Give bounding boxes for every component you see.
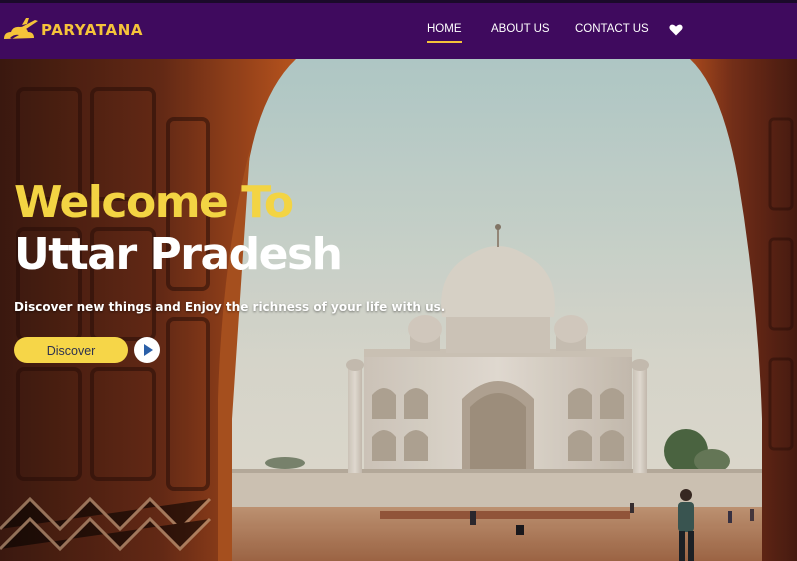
nav-about-us[interactable]: ABOUT US	[491, 23, 550, 35]
nav-contact-us[interactable]: CONTACT US	[575, 23, 649, 35]
hero-title-line2: Uttar Pradesh	[14, 229, 343, 280]
hero-section: Welcome To Uttar Pradesh Discover new th…	[0, 59, 797, 561]
play-button[interactable]	[134, 337, 160, 363]
main-menu: HOME ABOUT US CONTACT US	[0, 23, 797, 43]
hero-subtitle: Discover new things and Enjoy the richne…	[14, 300, 446, 314]
nav-home[interactable]: HOME	[427, 23, 462, 43]
heart-icon[interactable]	[669, 24, 683, 36]
play-icon	[144, 344, 153, 356]
discover-button[interactable]: Discover	[14, 337, 128, 363]
hero-title-line1: Welcome To	[14, 177, 294, 228]
navbar: PARYATANA HOME ABOUT US CONTACT US	[0, 3, 797, 59]
